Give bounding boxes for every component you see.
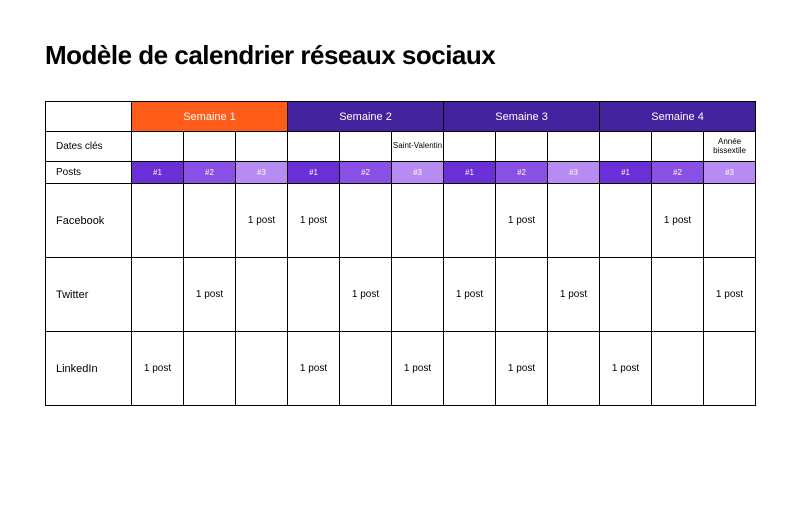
header-blank bbox=[46, 102, 132, 132]
key-date-cell: Saint-Valentin bbox=[392, 132, 444, 162]
platform-label: LinkedIn bbox=[46, 332, 132, 406]
plan-cell bbox=[392, 184, 444, 258]
post-slot-2: #2 bbox=[184, 162, 236, 184]
post-slot-3: #3 bbox=[236, 162, 288, 184]
plan-cell bbox=[236, 258, 288, 332]
plan-cell bbox=[236, 332, 288, 406]
header-week-3: Semaine 3 bbox=[444, 102, 600, 132]
post-slot-3: #3 bbox=[704, 162, 756, 184]
key-date-cell: Année bissextile bbox=[704, 132, 756, 162]
plan-cell: 1 post bbox=[652, 184, 704, 258]
platform-label: Twitter bbox=[46, 258, 132, 332]
plan-cell bbox=[340, 332, 392, 406]
plan-cell: 1 post bbox=[288, 184, 340, 258]
platform-row-linkedin: LinkedIn 1 post 1 post 1 post 1 post 1 p… bbox=[46, 332, 756, 406]
key-date-cell bbox=[496, 132, 548, 162]
plan-cell: 1 post bbox=[444, 258, 496, 332]
post-slot-2: #2 bbox=[496, 162, 548, 184]
key-date-cell bbox=[340, 132, 392, 162]
plan-cell: 1 post bbox=[496, 184, 548, 258]
post-slot-3: #3 bbox=[392, 162, 444, 184]
plan-cell bbox=[392, 258, 444, 332]
post-slot-1: #1 bbox=[444, 162, 496, 184]
plan-cell: 1 post bbox=[340, 258, 392, 332]
post-slot-2: #2 bbox=[340, 162, 392, 184]
plan-cell: 1 post bbox=[496, 332, 548, 406]
plan-cell bbox=[444, 332, 496, 406]
key-date-cell bbox=[652, 132, 704, 162]
post-slot-1: #1 bbox=[600, 162, 652, 184]
post-slot-3: #3 bbox=[548, 162, 600, 184]
plan-cell bbox=[548, 332, 600, 406]
key-date-cell bbox=[132, 132, 184, 162]
plan-cell bbox=[340, 184, 392, 258]
plan-cell: 1 post bbox=[392, 332, 444, 406]
platform-label: Facebook bbox=[46, 184, 132, 258]
table-header-row: Semaine 1 Semaine 2 Semaine 3 Semaine 4 bbox=[46, 102, 756, 132]
post-slot-1: #1 bbox=[288, 162, 340, 184]
plan-cell bbox=[704, 332, 756, 406]
plan-cell: 1 post bbox=[704, 258, 756, 332]
plan-cell bbox=[652, 258, 704, 332]
key-dates-label: Dates clés bbox=[46, 132, 132, 162]
key-date-cell bbox=[600, 132, 652, 162]
plan-cell bbox=[444, 184, 496, 258]
plan-cell bbox=[600, 184, 652, 258]
plan-cell: 1 post bbox=[288, 332, 340, 406]
calendar-table: Semaine 1 Semaine 2 Semaine 3 Semaine 4 … bbox=[45, 101, 756, 406]
page-title: Modèle de calendrier réseaux sociaux bbox=[45, 40, 755, 71]
key-date-cell bbox=[236, 132, 288, 162]
key-date-cell bbox=[548, 132, 600, 162]
plan-cell bbox=[548, 184, 600, 258]
key-date-cell bbox=[184, 132, 236, 162]
key-date-cell bbox=[444, 132, 496, 162]
plan-cell bbox=[704, 184, 756, 258]
header-week-2: Semaine 2 bbox=[288, 102, 444, 132]
key-dates-row: Dates clés Saint-Valentin Année bissexti… bbox=[46, 132, 756, 162]
header-week-1: Semaine 1 bbox=[132, 102, 288, 132]
plan-cell: 1 post bbox=[600, 332, 652, 406]
key-date-cell bbox=[288, 132, 340, 162]
posts-header-row: Posts #1 #2 #3 #1 #2 #3 #1 #2 #3 #1 #2 #… bbox=[46, 162, 756, 184]
post-slot-2: #2 bbox=[652, 162, 704, 184]
plan-cell: 1 post bbox=[236, 184, 288, 258]
plan-cell: 1 post bbox=[184, 258, 236, 332]
plan-cell bbox=[496, 258, 548, 332]
plan-cell: 1 post bbox=[548, 258, 600, 332]
platform-row-facebook: Facebook 1 post 1 post 1 post 1 post bbox=[46, 184, 756, 258]
platform-row-twitter: Twitter 1 post 1 post 1 post 1 post 1 po… bbox=[46, 258, 756, 332]
post-slot-1: #1 bbox=[132, 162, 184, 184]
plan-cell bbox=[184, 184, 236, 258]
plan-cell bbox=[288, 258, 340, 332]
header-week-4: Semaine 4 bbox=[600, 102, 756, 132]
plan-cell bbox=[600, 258, 652, 332]
posts-label: Posts bbox=[46, 162, 132, 184]
plan-cell bbox=[132, 184, 184, 258]
plan-cell bbox=[184, 332, 236, 406]
plan-cell bbox=[132, 258, 184, 332]
plan-cell: 1 post bbox=[132, 332, 184, 406]
plan-cell bbox=[652, 332, 704, 406]
